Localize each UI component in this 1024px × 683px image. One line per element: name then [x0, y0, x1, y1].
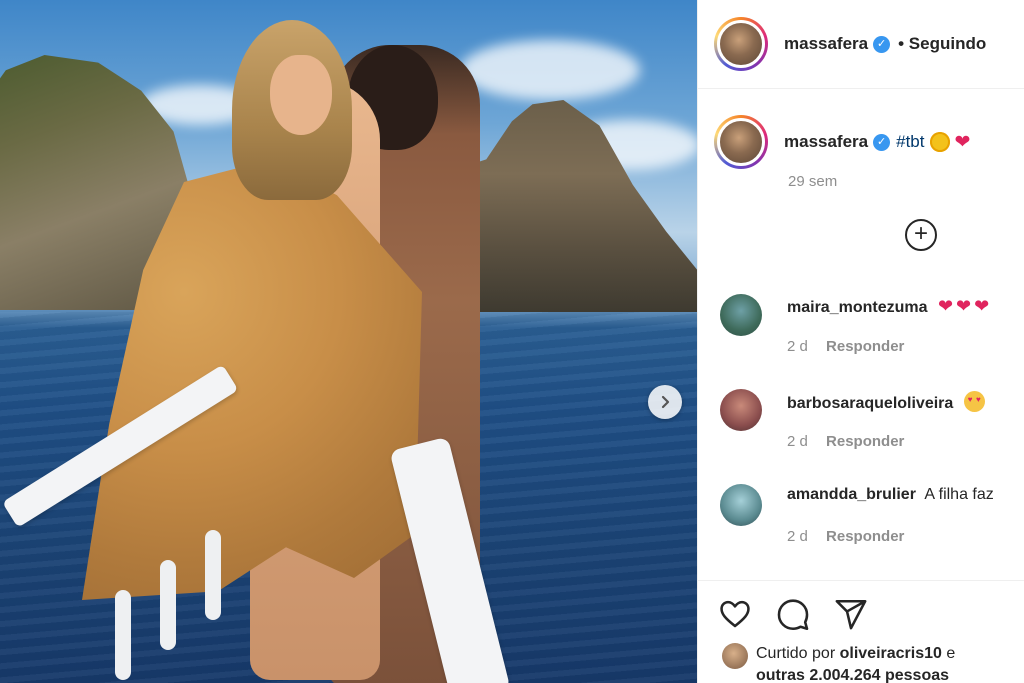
- liker-avatar[interactable]: [722, 643, 748, 669]
- commenter-avatar[interactable]: [720, 389, 762, 431]
- comment-bubble-icon[interactable]: [776, 597, 810, 631]
- post-age[interactable]: 29 sem: [788, 173, 1024, 190]
- railing-baluster: [160, 560, 176, 650]
- red-heart-emoji-icon: ❤: [954, 131, 971, 153]
- verified-badge-icon: ✓: [873, 35, 891, 53]
- commenter-avatar[interactable]: [720, 294, 762, 336]
- author-avatar[interactable]: [714, 17, 768, 71]
- likes-prefix: Curtido por: [756, 645, 836, 662]
- reply-button[interactable]: Responder: [826, 338, 904, 355]
- follow-status[interactable]: • Seguindo: [898, 34, 986, 54]
- commenter-avatar[interactable]: [720, 484, 762, 526]
- comment-text: A filha faz: [924, 486, 994, 503]
- add-comment-plus-icon: +: [913, 220, 928, 247]
- comment-time[interactable]: 2 d: [787, 433, 808, 450]
- caption-author-username[interactable]: massafera: [784, 132, 868, 152]
- post-sidebar: massafera ✓ • Seguindo massafera ✓ #tbt …: [697, 0, 1024, 683]
- likes-connector: e: [946, 645, 956, 662]
- caption-author-avatar[interactable]: [714, 115, 768, 169]
- comment-time[interactable]: 2 d: [787, 338, 808, 355]
- red-heart-emoji-icon: ❤❤❤: [937, 296, 993, 316]
- share-paper-plane-icon[interactable]: [834, 597, 868, 631]
- verified-badge-icon: ✓: [873, 133, 891, 151]
- sky-cloud: [460, 40, 640, 100]
- reply-button[interactable]: Responder: [826, 528, 904, 545]
- next-photo-button[interactable]: [648, 385, 682, 419]
- author-username[interactable]: massafera: [784, 34, 868, 54]
- next-chevron-icon: [661, 395, 670, 409]
- caption-hashtag[interactable]: #tbt: [896, 132, 924, 152]
- post-header: massafera ✓ • Seguindo: [698, 0, 1024, 89]
- post-caption: massafera ✓ #tbt ❤ 29 sem: [714, 115, 1024, 190]
- reply-button[interactable]: Responder: [826, 433, 904, 450]
- commenter-username[interactable]: barbosaraqueloliveira: [787, 395, 953, 412]
- likes-summary: Curtido por oliveiracris10 e outras 2.00…: [722, 643, 955, 683]
- liker-username[interactable]: oliveiracris10: [840, 645, 942, 662]
- load-more-comments-button[interactable]: +: [905, 219, 937, 251]
- post-actions: [718, 597, 868, 631]
- sun-emoji-icon: [930, 132, 951, 152]
- heart-eyes-emoji-icon: [963, 391, 985, 412]
- woman-face: [270, 55, 332, 135]
- like-heart-icon[interactable]: [718, 597, 752, 631]
- railing-baluster: [205, 530, 221, 620]
- comment-time[interactable]: 2 d: [787, 528, 808, 545]
- post-photo[interactable]: [0, 0, 697, 683]
- commenter-username[interactable]: amandda_brulier: [787, 486, 916, 503]
- railing-baluster: [115, 590, 131, 680]
- commenter-username[interactable]: maira_montezuma: [787, 299, 928, 316]
- likes-others-link[interactable]: outras 2.004.264 pessoas: [756, 667, 949, 683]
- divider: [698, 580, 1024, 581]
